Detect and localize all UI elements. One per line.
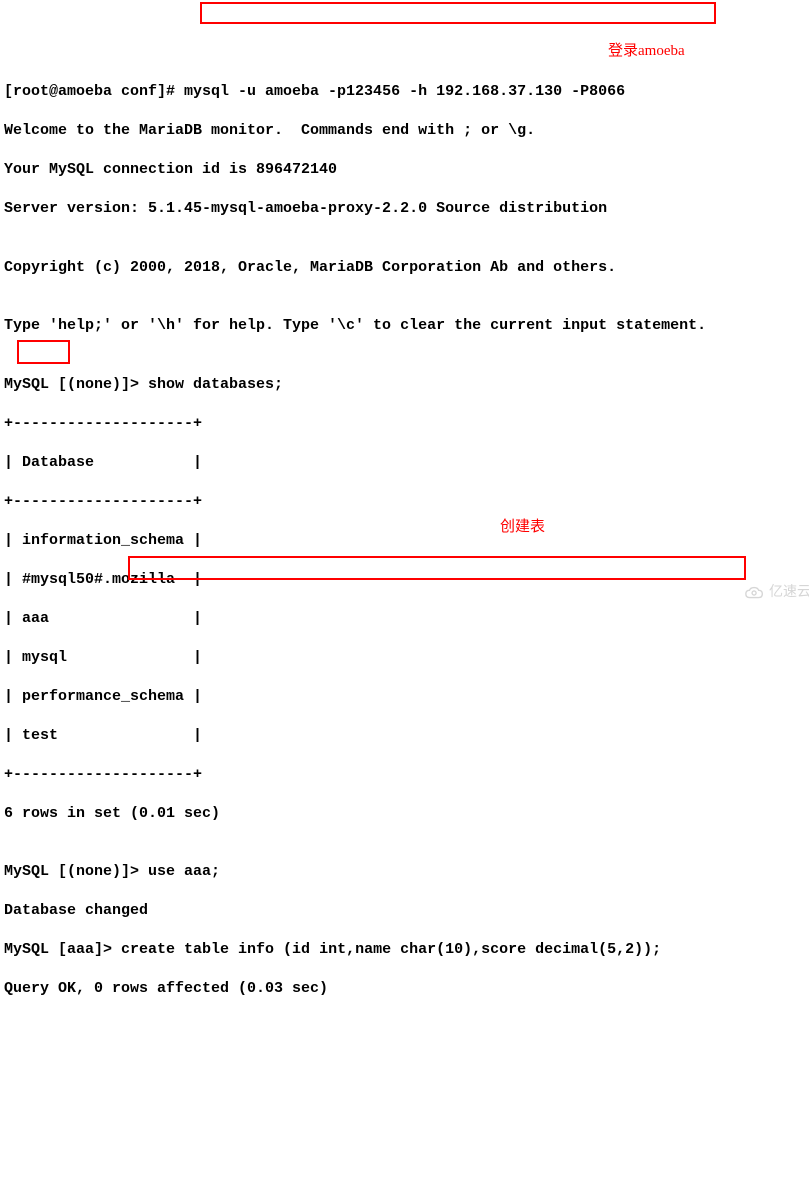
line-row4: | performance_schema | <box>4 687 809 707</box>
line-copyright: Copyright (c) 2000, 2018, Oracle, MariaD… <box>4 258 809 278</box>
line-sepbot: +--------------------+ <box>4 765 809 785</box>
line-result3: Query OK, 0 rows affected (0.03 sec) <box>4 979 809 999</box>
watermark: 亿速云 <box>744 584 809 602</box>
annotation-create-table: 创建表 <box>500 518 545 538</box>
line-result1: 6 rows in set (0.01 sec) <box>4 804 809 824</box>
line-result2: Database changed <box>4 901 809 921</box>
line-welcome3: Server version: 5.1.45-mysql-amoeba-prox… <box>4 199 809 219</box>
line-welcome2: Your MySQL connection id is 896472140 <box>4 160 809 180</box>
line-show-databases: MySQL [(none)]> show databases; <box>4 375 809 395</box>
line-welcome1: Welcome to the MariaDB monitor. Commands… <box>4 121 809 141</box>
line-row5: | test | <box>4 726 809 746</box>
line-row2: | aaa | <box>4 609 809 629</box>
highlight-aaa-db <box>17 340 70 364</box>
line-row0: | information_schema | <box>4 531 809 551</box>
highlight-mysql-command <box>200 2 716 24</box>
annotation-login-amoeba: 登录amoeba <box>608 42 685 62</box>
line-hdr: | Database | <box>4 453 809 473</box>
cloud-icon <box>744 585 766 601</box>
line-help: Type 'help;' or '\h' for help. Type '\c'… <box>4 316 809 336</box>
line-septop: +--------------------+ <box>4 414 809 434</box>
line-create-table: MySQL [aaa]> create table info (id int,n… <box>4 940 809 960</box>
line-sepmid: +--------------------+ <box>4 492 809 512</box>
line-use-aaa: MySQL [(none)]> use aaa; <box>4 862 809 882</box>
line-row1: | #mysql50#.mozilla | <box>4 570 809 590</box>
line-row3: | mysql | <box>4 648 809 668</box>
line-prompt0: [root@amoeba conf]# mysql -u amoeba -p12… <box>4 82 809 102</box>
